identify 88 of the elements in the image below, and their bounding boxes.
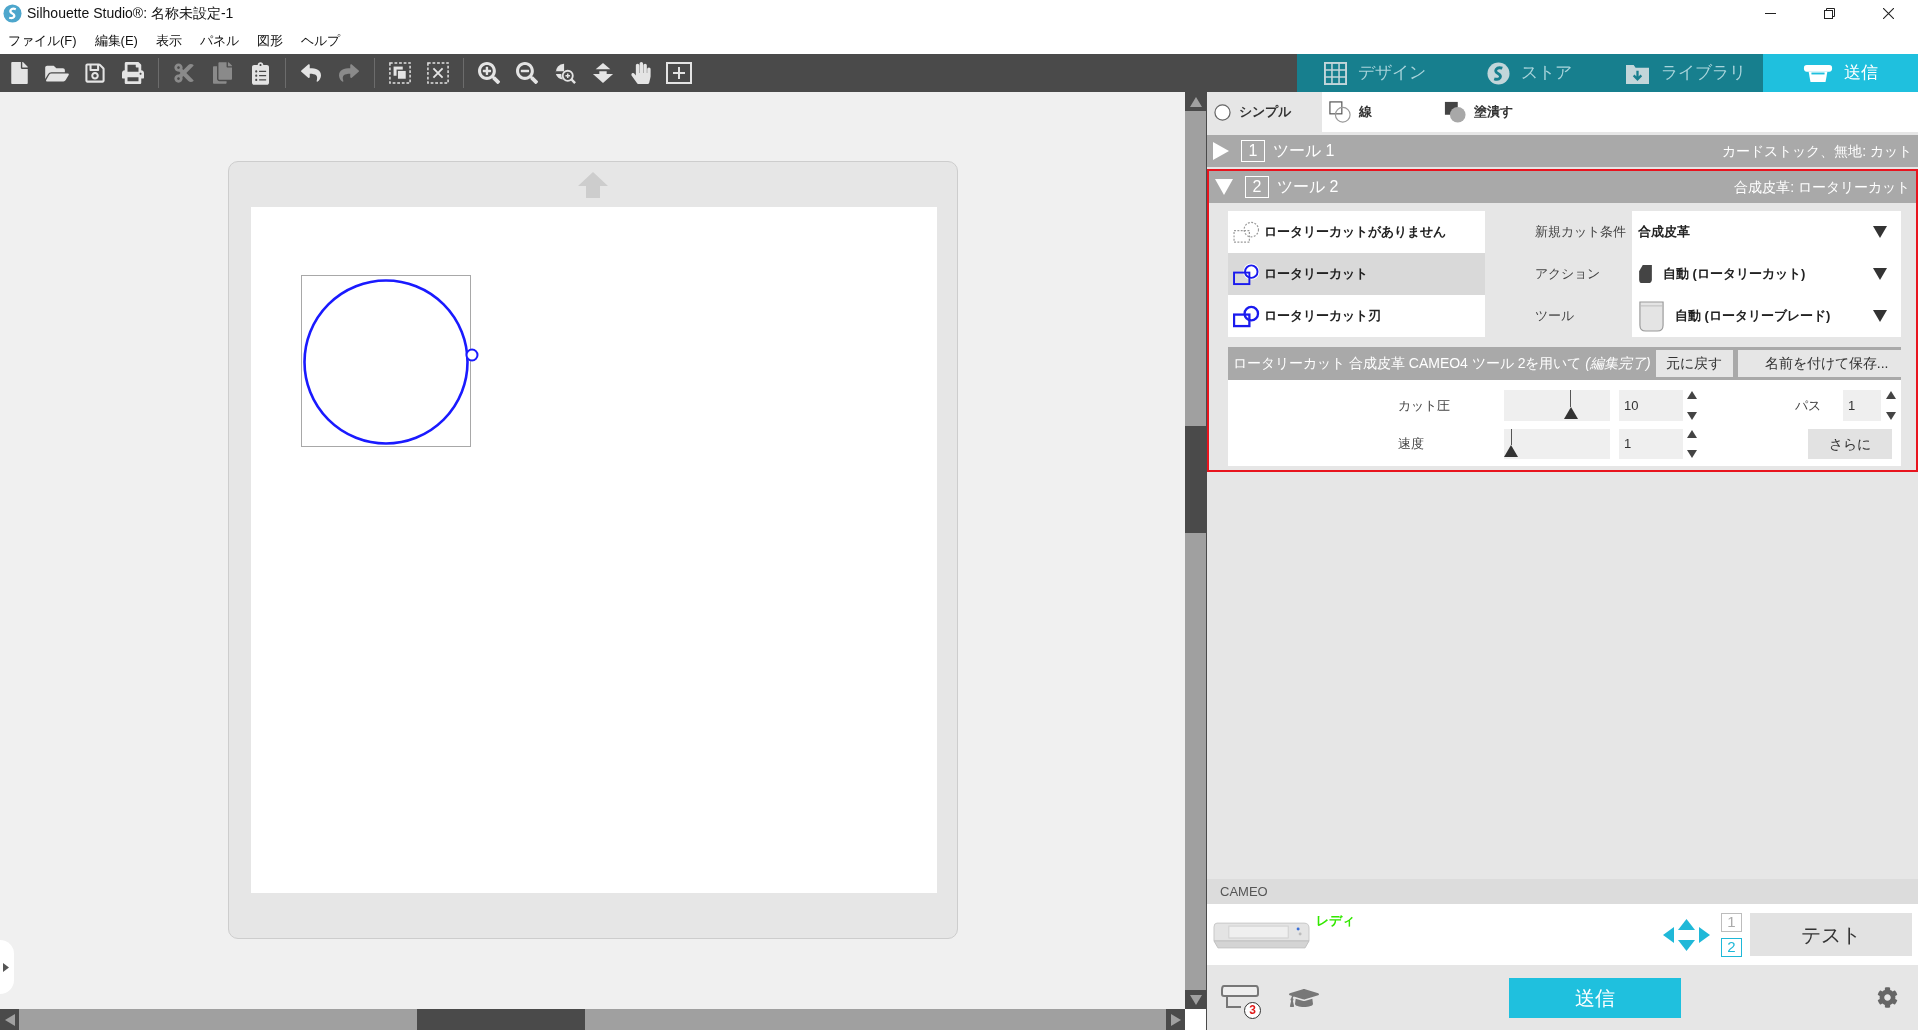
mode-option[interactable]: シンプル bbox=[1207, 92, 1322, 132]
scroll-up-button[interactable] bbox=[1185, 92, 1206, 111]
close-icon[interactable] bbox=[1883, 8, 1894, 19]
setting-label: 速度 bbox=[1398, 435, 1425, 454]
menu-item[interactable]: 図形 bbox=[249, 30, 290, 51]
setting-label: ツール bbox=[1535, 307, 1575, 326]
number-field[interactable]: 10 bbox=[1619, 390, 1683, 421]
app-logo-icon bbox=[3, 4, 22, 23]
group-icon[interactable] bbox=[389, 62, 411, 84]
menu-item[interactable]: パネル bbox=[192, 30, 246, 51]
outline-shapes-icon bbox=[1329, 101, 1351, 123]
caret-down-icon bbox=[1873, 268, 1887, 280]
rectangle-circle-icon bbox=[1233, 262, 1260, 286]
plus-square-icon[interactable] bbox=[666, 62, 692, 84]
menu-item[interactable]: 編集(E) bbox=[87, 30, 145, 51]
rectangle-circle-icon bbox=[1233, 304, 1260, 328]
settings-icon[interactable] bbox=[1877, 987, 1898, 1008]
restore-icon[interactable] bbox=[1824, 8, 1835, 19]
scrollbar-thumb[interactable] bbox=[417, 1009, 585, 1030]
slider-thumb[interactable] bbox=[1504, 429, 1518, 457]
tool-summary: 合成皮革: ロータリーカット bbox=[1734, 177, 1910, 197]
revert-button[interactable]: 元に戻す bbox=[1655, 350, 1733, 377]
setting-dropdown[interactable]: 自動 (ロータリーカット) bbox=[1632, 253, 1901, 295]
clipboard-icon[interactable] bbox=[251, 61, 269, 85]
zoom-in-icon[interactable] bbox=[478, 62, 500, 84]
caret-left-icon bbox=[4, 1013, 15, 1026]
caret-down-icon bbox=[1873, 310, 1887, 322]
radio-circle-icon bbox=[1214, 103, 1231, 121]
device-name: CAMEO bbox=[1220, 882, 1268, 901]
setting-dropdown[interactable]: 合成皮革 bbox=[1632, 211, 1901, 253]
filled-shapes-icon bbox=[1444, 101, 1466, 123]
setting-label: カット圧 bbox=[1398, 396, 1451, 415]
caret-down-icon bbox=[1873, 226, 1887, 238]
tool-name: ツール 1 bbox=[1273, 141, 1335, 161]
tool-number: 1 bbox=[1241, 140, 1265, 162]
scroll-right-button[interactable] bbox=[1166, 1009, 1185, 1030]
caret-right-icon bbox=[3, 962, 9, 972]
preset-description: ロータリーカット 合成皮革 CAMEO4 ツール 2を用いて (編集完了) bbox=[1233, 354, 1651, 373]
side-panel-toggle[interactable] bbox=[0, 940, 14, 994]
slider-track[interactable] bbox=[1504, 390, 1610, 421]
step-down-icon[interactable] bbox=[1687, 412, 1697, 420]
zoom-selection-icon[interactable] bbox=[554, 62, 576, 84]
step-up-icon[interactable] bbox=[1687, 430, 1697, 438]
cutting-machine-icon bbox=[1802, 62, 1833, 84]
menu-item[interactable]: ファイル(F) bbox=[1, 30, 84, 51]
ungroup-icon[interactable] bbox=[427, 62, 449, 84]
step-down-icon[interactable] bbox=[1886, 412, 1896, 420]
print-icon[interactable] bbox=[122, 62, 144, 84]
caret-up-icon bbox=[1189, 96, 1202, 107]
blade-head-icon bbox=[1638, 264, 1653, 284]
scroll-down-button[interactable] bbox=[1185, 990, 1206, 1009]
tool-name: ツール 2 bbox=[1277, 177, 1339, 197]
up-down-arrow-icon[interactable] bbox=[592, 62, 614, 84]
window-title: Silhouette Studio®: 名称未設定-1 bbox=[27, 4, 234, 23]
new-file-icon[interactable] bbox=[10, 62, 28, 84]
tool-holder-icon bbox=[1638, 300, 1665, 332]
setting-label: 新規カット条件 bbox=[1535, 223, 1627, 242]
circle-logo-icon bbox=[1487, 61, 1511, 85]
menu-item[interactable]: 表示 bbox=[148, 30, 189, 51]
hand-icon[interactable] bbox=[631, 62, 651, 84]
number-field[interactable]: 1 bbox=[1843, 390, 1881, 421]
step-up-icon[interactable] bbox=[1886, 391, 1896, 399]
zoom-out-icon[interactable] bbox=[516, 62, 538, 84]
undo-icon[interactable] bbox=[299, 63, 323, 83]
save-icon[interactable] bbox=[85, 62, 105, 84]
step-up-icon[interactable] bbox=[1687, 391, 1697, 399]
step-down-icon[interactable] bbox=[1687, 450, 1697, 458]
setting-label: アクション bbox=[1535, 265, 1601, 284]
cut-type-option[interactable]: ロータリーカット bbox=[1228, 253, 1485, 295]
device-status: レディ bbox=[1316, 912, 1355, 930]
tool-summary: カードストック、無地: カット bbox=[1722, 141, 1912, 161]
setting-label: パス bbox=[1795, 396, 1822, 415]
caret-down-icon bbox=[1189, 994, 1202, 1005]
number-field[interactable]: 1 bbox=[1619, 429, 1683, 459]
grid-icon bbox=[1323, 61, 1347, 85]
dashed-rectangle-circle-icon bbox=[1233, 220, 1260, 244]
selection-handle[interactable] bbox=[465, 348, 479, 362]
slider-thumb[interactable] bbox=[1563, 390, 1578, 419]
test-button[interactable]: テスト bbox=[1750, 913, 1912, 956]
scroll-left-button[interactable] bbox=[0, 1009, 19, 1030]
caret-right-icon bbox=[1170, 1013, 1181, 1026]
queue-badge: 3 bbox=[1244, 1001, 1261, 1019]
menu-item[interactable]: ヘルプ bbox=[293, 30, 347, 51]
more-button[interactable]: さらに bbox=[1808, 429, 1892, 459]
scrollbar-thumb[interactable] bbox=[1185, 426, 1206, 533]
setting-dropdown[interactable]: 自動 (ロータリーブレード) bbox=[1632, 295, 1901, 337]
slider-track[interactable] bbox=[1504, 429, 1610, 459]
tool-number: 2 bbox=[1245, 176, 1269, 198]
